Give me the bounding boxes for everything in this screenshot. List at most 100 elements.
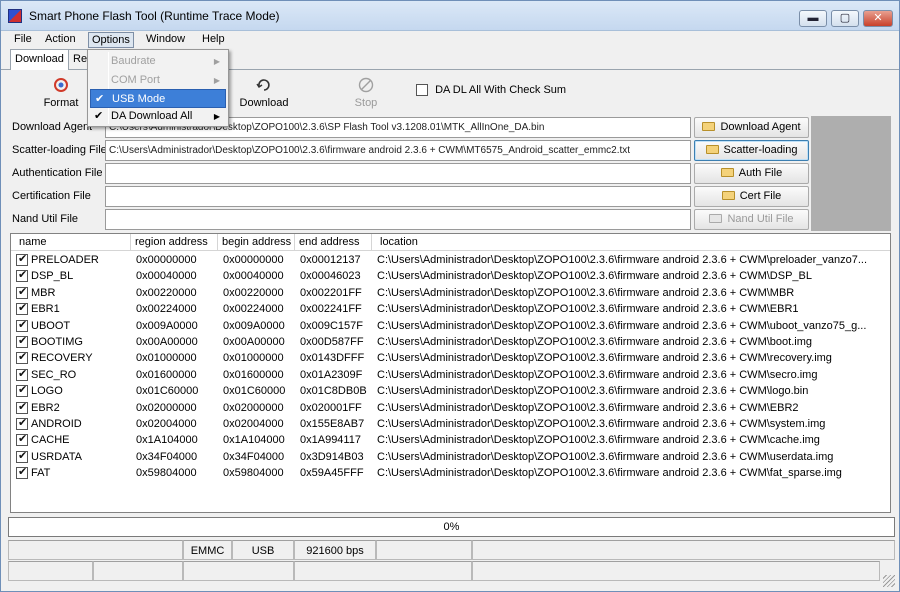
- cert-file-button[interactable]: Cert File: [694, 186, 809, 207]
- menu-file[interactable]: File: [11, 32, 35, 48]
- table-row[interactable]: PRELOADER 0x00000000 0x00000000 0x00012137 C…: [11, 252, 890, 268]
- table-row[interactable]: USRDATA 0x34F04000 0x34F04000 0x3D914B03 C:\…: [11, 449, 890, 465]
- status-storage: EMMC: [183, 540, 232, 560]
- region-address: 0x01C60000: [136, 385, 199, 398]
- row-checkbox[interactable]: [16, 449, 28, 463]
- cert-file-field[interactable]: [105, 186, 691, 207]
- nand-util-field[interactable]: [105, 209, 691, 230]
- format-button[interactable]: Format: [29, 77, 93, 109]
- region-address: 0x00A00000: [136, 336, 198, 348]
- window-title: Smart Phone Flash Tool (Runtime Trace Mo…: [29, 9, 280, 23]
- nand-util-button[interactable]: Nand Util File: [694, 209, 809, 230]
- table-row[interactable]: MBR 0x00220000 0x00220000 0x002201FF C:\User…: [11, 285, 890, 301]
- table-row[interactable]: BOOTIMG 0x00A00000 0x00A00000 0x00D587FF C:\…: [11, 334, 890, 350]
- table-row[interactable]: UBOOT 0x009A0000 0x009A0000 0x009C157F C:\Us…: [11, 318, 890, 334]
- auth-file-field[interactable]: [105, 163, 691, 184]
- begin-address: 0x02000000: [223, 401, 284, 414]
- row-checkbox[interactable]: [16, 301, 28, 316]
- column-end-address[interactable]: end address: [295, 234, 372, 251]
- file-location: C:\Users\Administrador\Desktop\ZOPO100\2…: [377, 352, 832, 365]
- file-location: C:\Users\Administrador\Desktop\ZOPO100\2…: [377, 401, 799, 414]
- partition-name: EBR1: [31, 303, 60, 316]
- table-row[interactable]: EBR2 0x02000000 0x02000000 0x020001FF C:\Use…: [11, 400, 890, 416]
- row-checkbox[interactable]: [16, 318, 28, 332]
- table-row[interactable]: EBR1 0x00224000 0x00224000 0x002241FF C:\Use…: [11, 301, 890, 317]
- checkmark-icon: ✔: [94, 110, 104, 122]
- auth-file-button[interactable]: Auth File: [694, 163, 809, 184]
- row-checkbox[interactable]: [16, 465, 28, 480]
- status-pane-5: [376, 540, 472, 560]
- begin-address: 0x02004000: [223, 418, 284, 430]
- table-row[interactable]: SEC_RO 0x01600000 0x01600000 0x01A2309F C:\U…: [11, 367, 890, 383]
- scatter-loading-field[interactable]: C:\Users\Administrador\Desktop\ZOPO100\2…: [105, 140, 691, 161]
- partition-name: BOOTIMG: [31, 336, 83, 348]
- scatter-loading-button[interactable]: Scatter-loading: [694, 140, 809, 161]
- menu-item-baudrate[interactable]: Baudrate ▶: [90, 52, 226, 71]
- begin-address: 0x34F04000: [223, 450, 285, 463]
- region-address: 0x00040000: [136, 270, 197, 283]
- row-checkbox[interactable]: [16, 285, 28, 299]
- table-row[interactable]: FAT 0x59804000 0x59804000 0x59A45FFF C:\User…: [11, 465, 890, 481]
- submenu-arrow-icon: ▶: [213, 57, 220, 66]
- table-row[interactable]: ANDROID 0x02004000 0x02004000 0x155E8AB7 C:\…: [11, 416, 890, 432]
- menu-help[interactable]: Help: [199, 32, 228, 48]
- row-checkbox[interactable]: [16, 268, 28, 283]
- download-agent-button[interactable]: Download Agent: [694, 117, 809, 138]
- maximize-button[interactable]: ▢: [831, 10, 859, 27]
- end-address: 0x00012137: [300, 254, 361, 266]
- row-checkbox[interactable]: [16, 383, 28, 398]
- begin-address: 0x01C60000: [223, 385, 286, 398]
- partition-table[interactable]: name region address begin address end ad…: [10, 233, 891, 513]
- nand-util-label: Nand Util File: [12, 213, 79, 225]
- partition-name: EBR2: [31, 401, 60, 414]
- menu-item-com-port[interactable]: COM Port ▶: [90, 71, 226, 90]
- region-address: 0x59804000: [136, 467, 197, 480]
- download-agent-label: Download Agent: [12, 121, 93, 133]
- menu-item-label: USB Mode: [112, 93, 166, 105]
- menu-bar: File Action Options Window Help: [1, 31, 899, 49]
- menu-options[interactable]: Options: [88, 32, 134, 48]
- row-checkbox[interactable]: [16, 400, 28, 414]
- folder-icon: [720, 168, 734, 177]
- region-address: 0x009A0000: [136, 319, 198, 332]
- menu-window[interactable]: Window: [143, 32, 188, 48]
- row-checkbox[interactable]: [16, 416, 28, 430]
- row-checkbox[interactable]: [16, 432, 28, 447]
- tab-download[interactable]: Download: [10, 49, 69, 70]
- row-checkbox[interactable]: [16, 252, 28, 266]
- row-checkbox[interactable]: [16, 367, 28, 381]
- table-row[interactable]: DSP_BL 0x00040000 0x00040000 0x00046023 C:\U…: [11, 268, 890, 284]
- table-row[interactable]: CACHE 0x1A104000 0x1A104000 0x1A994117 C:\Us…: [11, 432, 890, 448]
- resize-grip-icon[interactable]: [883, 575, 895, 587]
- title-bar[interactable]: Smart Phone Flash Tool (Runtime Trace Mo…: [1, 1, 899, 31]
- status2-pane-5: [472, 561, 880, 581]
- file-location: C:\Users\Administrador\Desktop\ZOPO100\2…: [377, 270, 812, 283]
- menu-item-usb-mode[interactable]: ✔ USB Mode: [90, 89, 226, 108]
- table-row[interactable]: RECOVERY 0x01000000 0x01000000 0x0143DFFF C:…: [11, 350, 890, 366]
- submenu-arrow-icon: ▶: [213, 76, 220, 85]
- download-button[interactable]: Download: [232, 77, 296, 109]
- menu-item-label: Baudrate: [111, 55, 156, 67]
- column-begin-address[interactable]: begin address: [218, 234, 295, 251]
- status-connection: USB: [232, 540, 294, 560]
- menu-item-label: DA Download All: [111, 110, 193, 122]
- table-row[interactable]: LOGO 0x01C60000 0x01C60000 0x01C8DB0B C:\Use…: [11, 383, 890, 399]
- menu-action[interactable]: Action: [42, 32, 79, 48]
- column-location[interactable]: location: [372, 234, 890, 251]
- file-location: C:\Users\Administrador\Desktop\ZOPO100\2…: [377, 286, 795, 299]
- column-name[interactable]: name: [11, 234, 131, 251]
- row-checkbox[interactable]: [16, 350, 28, 365]
- stop-button[interactable]: Stop: [334, 77, 398, 109]
- minimize-button[interactable]: ▬: [799, 10, 827, 27]
- column-region-address[interactable]: region address: [131, 234, 218, 251]
- region-address: 0x00220000: [136, 286, 197, 299]
- close-button[interactable]: ✕: [863, 10, 893, 27]
- partition-name: FAT: [31, 467, 51, 480]
- menu-item-da-download-all[interactable]: ✔ DA Download All ▶: [90, 107, 226, 126]
- da-dl-all-checkbox[interactable]: DA DL All With Check Sum: [416, 84, 566, 97]
- da-dl-all-check[interactable]: [416, 84, 428, 97]
- app-icon: [8, 9, 22, 23]
- partition-name: PRELOADER: [31, 254, 99, 266]
- row-checkbox[interactable]: [16, 334, 28, 348]
- menu-item-label: COM Port: [111, 74, 160, 86]
